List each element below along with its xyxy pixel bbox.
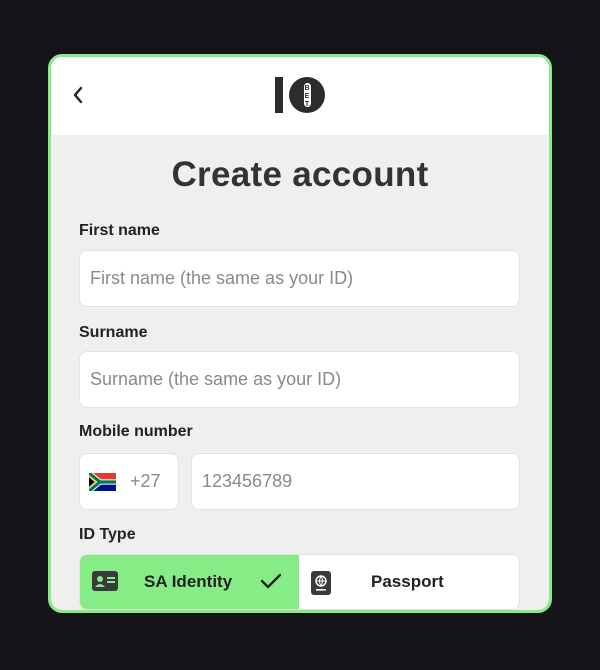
brand-logo: B E T [275,77,325,113]
first-name-label: First name [79,222,160,239]
page-title: Create account [171,155,429,194]
id-type-passport-option[interactable]: Passport [299,555,519,609]
svg-text:E: E [305,93,310,100]
passport-icon [311,571,331,595]
signup-panel: B E T Create account First name Surname … [48,54,552,613]
country-code: +27 [130,471,161,491]
country-code-selector[interactable]: +27 [79,453,179,510]
first-name-input[interactable] [79,250,520,307]
south-africa-flag-icon [89,472,116,491]
svg-text:T: T [305,101,310,108]
passport-label: Passport [371,572,444,591]
surname-input[interactable] [79,351,520,408]
id-type-label: ID Type [79,526,136,543]
check-icon [260,573,282,589]
mobile-number-label: Mobile number [79,423,193,440]
mobile-number-input[interactable] [191,453,520,510]
surname-label: Surname [79,324,148,341]
chevron-left-icon [73,86,83,104]
header: B E T [51,57,549,135]
svg-text:B: B [304,85,309,92]
sa-identity-label: SA Identity [144,572,233,591]
id-type-selector: SA Identity Passport [79,554,520,610]
id-type-sa-identity-option[interactable]: SA Identity [80,555,299,609]
id-card-icon [92,571,118,591]
back-button[interactable] [67,81,89,109]
